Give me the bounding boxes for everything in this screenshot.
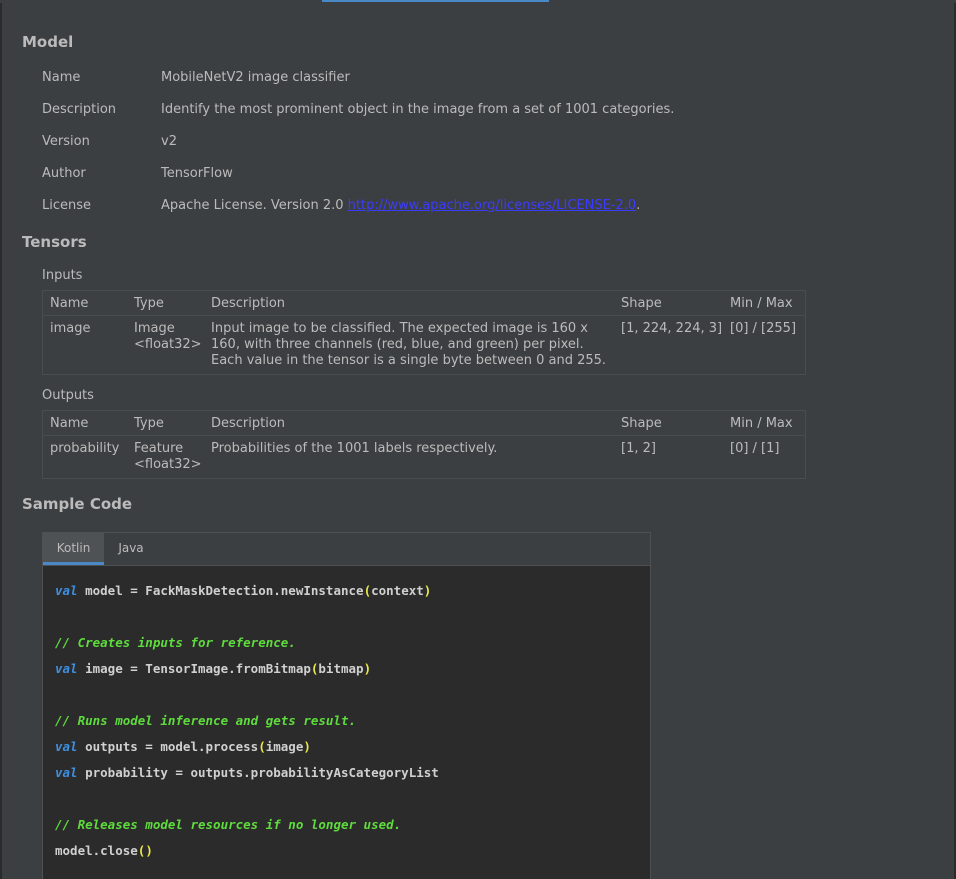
tensor-type-line: Image: [134, 321, 175, 336]
tensor-type-line: <float32>: [134, 337, 202, 352]
inputs-table: Name Type Description Shape Min / Max im…: [42, 290, 806, 375]
model-name-value: MobileNetV2 image classifier: [161, 70, 350, 85]
table-row: probability Feature <float32> Probabiliti…: [43, 436, 806, 479]
code-line: val probability = outputs.probabilityAsC…: [55, 765, 439, 780]
tensor-type-line: <float32>: [134, 457, 202, 472]
code-comment: // Releases model resources if no longer…: [55, 817, 402, 832]
model-viewer-page: Model Name MobileNetV2 image classifier …: [0, 0, 956, 879]
column-header-minmax: Min / Max: [723, 410, 806, 436]
model-name-label: Name: [42, 70, 81, 85]
tensor-description: Probabilities of the 1001 labels respect…: [211, 441, 498, 456]
tab-java[interactable]: Java: [104, 533, 158, 565]
code-paren: (: [258, 739, 266, 754]
column-header-description: Description: [204, 290, 614, 316]
tensors-section-title: Tensors: [22, 233, 87, 251]
code-text: outputs = model.process: [77, 739, 259, 754]
inputs-label: Inputs: [42, 268, 83, 283]
column-header-name: Name: [42, 290, 127, 316]
model-author-value: TensorFlow: [161, 166, 233, 181]
column-header-type: Type: [127, 410, 204, 436]
outputs-label: Outputs: [42, 388, 94, 403]
code-line: model.close(): [55, 843, 153, 858]
model-author-label: Author: [42, 166, 86, 181]
license-suffix: .: [636, 198, 641, 213]
code-text: image: [265, 739, 304, 754]
sample-code-panel: Kotlin Java val model = FackMaskDetectio…: [42, 532, 651, 879]
tensor-minmax: [0] / [1]: [730, 441, 780, 456]
description-line: Each value in the tensor is a single byt…: [211, 353, 607, 368]
code-paren: ): [303, 739, 311, 754]
tensor-minmax: [0] / [255]: [730, 321, 797, 336]
column-header-shape: Shape: [614, 410, 723, 436]
code-text: probability = outputs.probabilityAsCateg…: [77, 765, 439, 780]
code-paren: ): [363, 661, 372, 676]
tensor-shape: [1, 224, 224, 3]: [621, 321, 723, 336]
description-line: Input image to be classified. The expect…: [211, 321, 588, 336]
tab-kotlin[interactable]: Kotlin: [43, 533, 104, 565]
outputs-table: Name Type Description Shape Min / Max pr…: [42, 410, 806, 479]
tensor-name: probability: [50, 441, 120, 456]
tensor-name: image: [50, 321, 91, 336]
code-comment: // Creates inputs for reference.: [55, 635, 296, 650]
code-text: model.close: [55, 843, 138, 858]
tensor-type: Image <float32>: [127, 316, 204, 375]
description-line: 160, with three channels (red, blue, and…: [211, 337, 584, 352]
model-version-label: Version: [42, 134, 90, 149]
code-line: val outputs = model.process(image): [55, 739, 311, 754]
model-license-label: License: [42, 198, 92, 213]
model-version-value: v2: [161, 134, 177, 149]
code-comment: // Runs model inference and gets result.: [55, 713, 357, 728]
active-editor-tab-indicator: [322, 0, 549, 2]
code-paren: (): [137, 843, 153, 858]
column-header-minmax: Min / Max: [723, 290, 806, 316]
column-header-name: Name: [42, 410, 127, 436]
code-line: val model = FackMaskDetection.newInstanc…: [55, 583, 431, 598]
tensor-type: Feature <float32>: [127, 436, 204, 479]
code-text: bitmap: [318, 661, 364, 676]
code-text: model = FackMaskDetection.newInstance: [77, 583, 364, 598]
column-header-description: Description: [204, 410, 614, 436]
sample-code-section-title: Sample Code: [22, 495, 133, 513]
model-description-value: Identify the most prominent object in th…: [161, 102, 675, 117]
keyword-val: val: [55, 661, 78, 676]
model-section-title: Model: [22, 33, 74, 51]
code-text: context: [371, 583, 424, 598]
tensor-description: Input image to be classified. The expect…: [204, 316, 614, 375]
model-description-label: Description: [42, 102, 117, 117]
model-license-value: Apache License. Version 2.0 http://www.a…: [161, 198, 640, 213]
code-language-tabs: Kotlin Java: [43, 533, 650, 566]
tensor-shape: [1, 2]: [621, 441, 656, 456]
keyword-val: val: [55, 765, 78, 780]
code-paren: ): [423, 583, 432, 598]
license-text: Apache License. Version 2.0: [161, 198, 348, 213]
tensor-type-line: Feature: [134, 441, 184, 456]
code-line: val image = TensorImage.fromBitmap(bitma…: [55, 661, 371, 676]
column-header-type: Type: [127, 290, 204, 316]
column-header-shape: Shape: [614, 290, 723, 316]
left-border: [0, 0, 2, 879]
outputs-table-header: Name Type Description Shape Min / Max: [42, 410, 806, 436]
table-row: image Image <float32> Input image to be c…: [43, 316, 806, 375]
code-text: image = TensorImage.fromBitmap: [77, 661, 311, 676]
keyword-val: val: [55, 583, 78, 598]
license-link[interactable]: http://www.apache.org/licenses/LICENSE-2…: [348, 198, 637, 213]
code-paren: (: [363, 583, 372, 598]
inputs-table-header: Name Type Description Shape Min / Max: [42, 290, 806, 316]
keyword-val: val: [55, 739, 78, 754]
